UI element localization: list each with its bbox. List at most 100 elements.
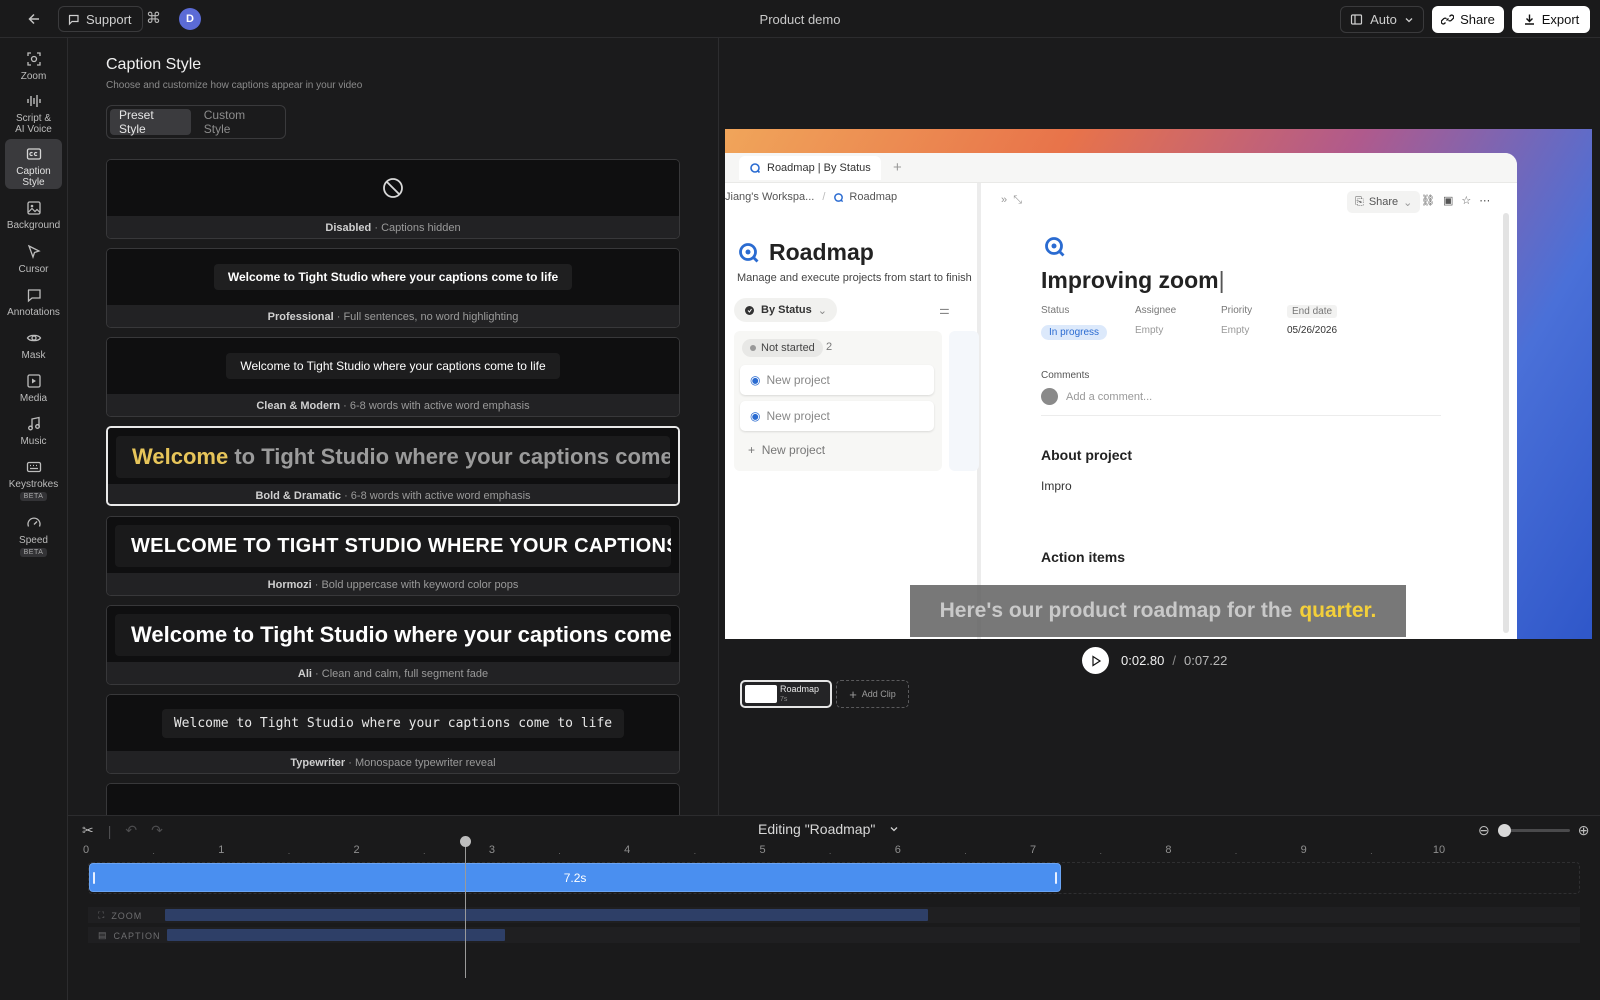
preset-caption: Ali · Clean and calm, full segment fade xyxy=(107,662,679,684)
player-controls: 0:02.80 / 0:07.22 xyxy=(1082,647,1227,674)
browser-tab: Roadmap | By Status xyxy=(739,156,881,180)
rail-label: Mask xyxy=(21,350,46,361)
doc-title: Improving zoom| xyxy=(1041,267,1225,293)
link-icon xyxy=(1441,14,1455,25)
clip-track[interactable]: 7.2s xyxy=(89,863,1062,892)
tick-label: 4 xyxy=(624,844,631,856)
by-status-view: By Status ⌄ xyxy=(734,298,837,322)
tick-label: 1 xyxy=(218,844,225,856)
about-heading: About project xyxy=(1041,447,1132,463)
preset-card-clean-modern[interactable]: Welcome to Tight Studio where your capti… xyxy=(106,337,680,417)
preset-card-ali[interactable]: Welcome to Tight Studio where your capti… xyxy=(106,605,680,685)
undo-icon[interactable]: ↶ xyxy=(125,822,137,839)
rail-item-music[interactable]: Music xyxy=(5,409,62,449)
rail-item-caption-style[interactable]: Caption Style xyxy=(5,139,62,189)
rail-label: Script & AI Voice xyxy=(15,113,52,135)
preset-preview-text: Welcome to Tight Studio where your capti… xyxy=(226,353,560,379)
preset-preview-text: WELCOME TO TIGHT STUDIO WHERE YOUR CAPTI… xyxy=(115,525,671,567)
total-time: 0:07.22 xyxy=(1184,653,1228,668)
chat-bubble-icon xyxy=(68,14,79,25)
zoom-segment[interactable] xyxy=(165,909,928,921)
zoom-slider-handle[interactable] xyxy=(1497,824,1511,837)
redo-icon[interactable]: ↷ xyxy=(151,822,163,839)
rail-item-script-ai-voice[interactable]: Script & AI Voice xyxy=(5,86,62,136)
preset-card-professional[interactable]: Welcome to Tight Studio where your capti… xyxy=(106,248,680,328)
trim-handle-left[interactable] xyxy=(93,872,95,884)
rail-label: Media xyxy=(19,393,48,404)
status-badge: In progress xyxy=(1041,325,1108,340)
preset-caption: Typewriter · Monospace typewriter reveal xyxy=(107,751,679,773)
caption-icon: ▤ xyxy=(98,930,108,940)
preset-card-bold-dramatic[interactable]: Welcome to Tight Studio where your capti… xyxy=(106,426,680,506)
rail-item-media[interactable]: Media xyxy=(5,366,62,406)
rail-label: Music xyxy=(20,436,47,447)
rail-item-mask[interactable]: Mask xyxy=(5,323,62,363)
zoom-out-icon[interactable]: ⊖ xyxy=(1478,822,1490,839)
caption-icon xyxy=(25,145,43,163)
back-arrow-icon[interactable] xyxy=(24,9,44,29)
action-items-heading: Action items xyxy=(1041,549,1126,565)
roadmap-icon xyxy=(1045,237,1065,257)
status-badge: Not started xyxy=(742,339,823,357)
playhead-handle[interactable] xyxy=(459,836,471,847)
preset-caption: Bold & Dramatic · 6-8 words with active … xyxy=(108,484,678,504)
toolbar-icons: ⛓▣☆⋯ xyxy=(1421,195,1499,207)
cursor-icon xyxy=(25,243,43,261)
caption-overlay: Here's our product roadmap for the quarte… xyxy=(910,585,1406,637)
add-clip-button[interactable]: + Add Clip xyxy=(836,680,909,708)
tick-dot: · xyxy=(152,848,156,858)
timeline: ✂ | ↶ ↷ Editing "Roadmap" ⊖ ⊕ 0 · 1 · 2 · 3 · 4 ·… xyxy=(68,815,1600,1000)
support-button[interactable]: Support xyxy=(58,6,143,32)
trim-handle-right[interactable] xyxy=(1055,872,1058,884)
add-project: + New project xyxy=(748,443,826,457)
roadmap-icon xyxy=(750,163,761,174)
preset-preview-text: Welcome to Tight Studio where your capti… xyxy=(161,708,625,738)
rail-item-zoom[interactable]: Zoom xyxy=(5,44,62,84)
zoom-in-icon[interactable]: ⊕ xyxy=(1578,822,1590,839)
media-icon xyxy=(25,372,43,390)
rail-item-keystrokes[interactable]: Keystrokes BETA xyxy=(5,452,62,502)
rail-item-cursor[interactable]: Cursor xyxy=(5,237,62,277)
rail-label: Cursor xyxy=(18,264,49,275)
comments-label: Comments xyxy=(1041,370,1090,381)
panel-title: Caption Style xyxy=(106,56,202,73)
clip-name: Roadmap xyxy=(780,684,820,694)
auto-label: Auto xyxy=(1370,12,1397,27)
preset-card-hormozi[interactable]: WELCOME TO TIGHT STUDIO WHERE YOUR CAPTI… xyxy=(106,516,680,596)
clip-duration-label: 7.2s xyxy=(563,870,587,885)
zoom-slider[interactable] xyxy=(1497,824,1570,837)
scissors-icon[interactable]: ✂ xyxy=(82,822,94,839)
rail-item-annotations[interactable]: Annotations xyxy=(5,280,62,320)
tab-preset-style[interactable]: Preset Style xyxy=(110,108,191,136)
aspect-auto-dropdown[interactable]: Auto xyxy=(1340,6,1424,33)
preset-card-typewriter[interactable]: Welcome to Tight Studio where your capti… xyxy=(106,694,680,774)
rail-label: Zoom xyxy=(20,71,47,82)
play-button[interactable] xyxy=(1082,647,1109,674)
tick-dot: · xyxy=(1099,848,1103,858)
preset-card-disabled[interactable]: Disabled · Captions hidden xyxy=(106,159,680,239)
editing-clip-dropdown[interactable]: Editing "Roadmap" xyxy=(758,821,899,837)
avatar[interactable]: D xyxy=(179,8,201,30)
video-preview[interactable]: Roadmap | By Status + Jiang's Workspa...… xyxy=(725,129,1592,639)
time-ruler[interactable]: 0 · 1 · 2 · 3 · 4 · 5 · 6 · 7 · 8 · 9 · 10 xyxy=(83,844,1586,860)
share-label: Share xyxy=(1460,12,1495,27)
preset-card-partial[interactable] xyxy=(106,783,680,815)
tick-dot: · xyxy=(693,848,697,858)
filter-icon: ⚌ xyxy=(939,303,950,317)
clip-roadmap[interactable]: Roadmap 7s xyxy=(740,680,832,708)
current-time: 0:02.80 xyxy=(1121,653,1165,668)
rail-item-background[interactable]: Background xyxy=(5,193,62,233)
share-button[interactable]: Share xyxy=(1432,6,1504,33)
caption-style-panel: Caption Style Choose and customize how c… xyxy=(68,38,718,815)
rail-item-speed[interactable]: Speed BETA xyxy=(5,508,62,558)
roadmap-icon xyxy=(739,242,759,262)
playhead[interactable] xyxy=(459,836,471,978)
command-icon[interactable]: ⌘ xyxy=(146,9,161,27)
caption-segment[interactable] xyxy=(167,929,506,941)
tab-custom-style[interactable]: Custom Style xyxy=(195,108,282,136)
tick-label: 2 xyxy=(353,844,360,856)
tick-dot: · xyxy=(422,848,426,858)
export-button[interactable]: Export xyxy=(1512,6,1590,33)
panel-divider xyxy=(718,38,719,815)
preset-caption: Disabled · Captions hidden xyxy=(107,216,679,238)
